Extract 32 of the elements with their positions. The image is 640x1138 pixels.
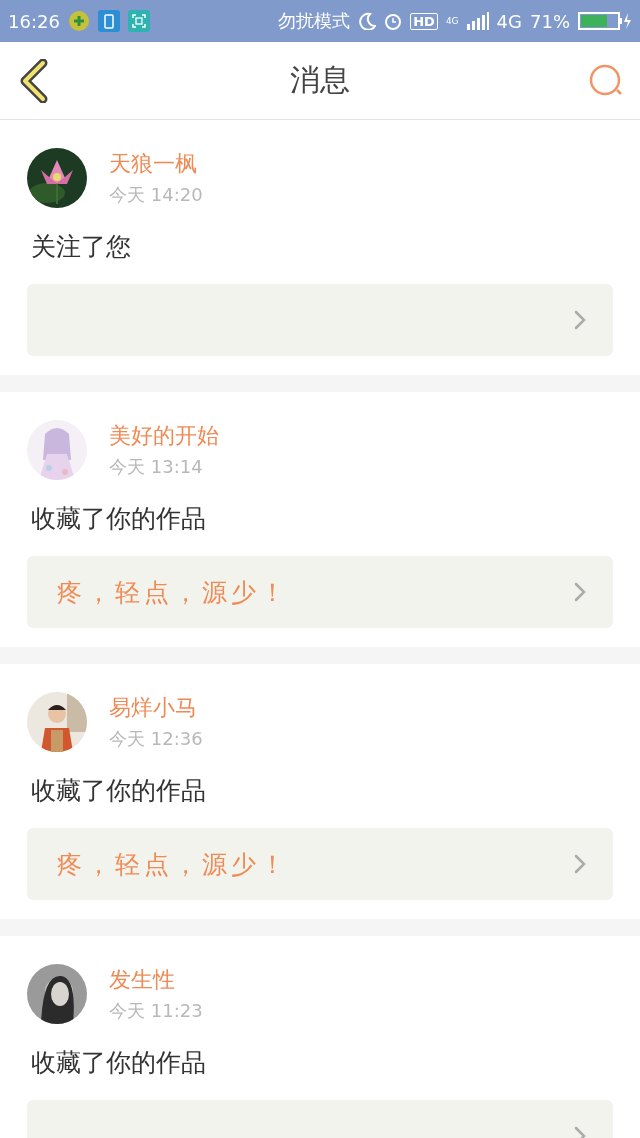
message-text: 收藏了你的作品 <box>31 775 207 807</box>
message-time: 今天 13:14 <box>109 455 204 479</box>
work-link[interactable]: 疼，轻点，源少！ <box>27 828 613 900</box>
network-label: 4G <box>496 10 522 32</box>
hd-label: HD <box>410 12 438 30</box>
message-text: 关注了您 <box>31 231 132 263</box>
chevron-right-icon <box>573 581 587 603</box>
work-quote: 疼，轻点，源少！ <box>57 576 290 609</box>
clock-time: 16:26 <box>8 10 60 32</box>
alarm-icon <box>384 12 403 30</box>
message-time: 今天 14:20 <box>109 183 203 207</box>
user-name[interactable]: 易烊小马 <box>109 693 203 723</box>
battery-charging-icon <box>578 12 632 30</box>
network-small-label: 4G <box>445 16 459 26</box>
user-name[interactable]: 发生性 <box>109 965 203 995</box>
user-name[interactable]: 天狼一枫 <box>109 149 203 179</box>
work-quote: 疼，轻点，源少！ <box>57 848 290 881</box>
chevron-right-icon <box>573 309 587 331</box>
message-text: 收藏了你的作品 <box>31 1047 207 1079</box>
moon-icon <box>358 12 377 30</box>
message-time: 今天 11:23 <box>109 999 203 1023</box>
page-title: 消息 <box>290 61 350 99</box>
work-link[interactable]: 疼，轻点，源少！ <box>27 556 613 628</box>
battery-percent: 71% <box>530 10 570 32</box>
signal-icon <box>466 12 489 30</box>
plus-badge-icon <box>67 10 90 32</box>
scan-icon <box>127 10 150 32</box>
message-time: 今天 12:36 <box>109 727 203 751</box>
user-name[interactable]: 美好的开始 <box>109 421 219 451</box>
chevron-right-icon <box>573 853 587 875</box>
mode-label: 勿扰模式 <box>278 9 351 33</box>
message-text: 收藏了你的作品 <box>31 503 207 535</box>
